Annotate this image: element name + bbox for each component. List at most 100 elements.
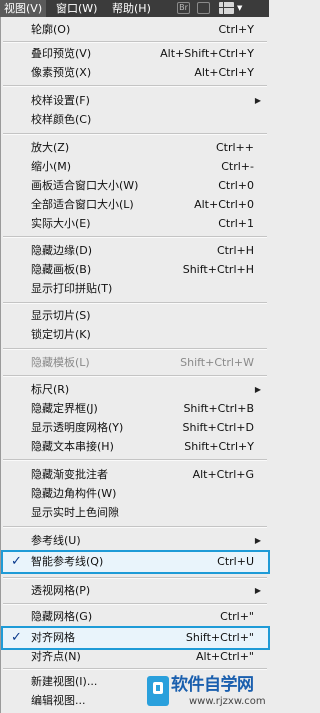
menu-item-zoom-in[interactable]: 放大(Z) Ctrl++ <box>1 138 270 157</box>
menu-item-hide-edges[interactable]: 隐藏边缘(D) Ctrl+H <box>1 241 270 260</box>
menu-item-label: 锁定切片(K) <box>31 328 91 341</box>
menu-item-show-slices[interactable]: 显示切片(S) <box>1 306 270 325</box>
menu-item-label: 隐藏渐变批注者 <box>31 468 108 481</box>
menu-item-guides[interactable]: 参考线(U) ▶ <box>1 531 270 550</box>
menu-item-label: 显示实时上色间隙 <box>31 506 119 519</box>
menu-item-shortcut: Ctrl+- <box>221 160 254 173</box>
menu-item-show-print-tiling[interactable]: 显示打印拼贴(T) <box>1 279 270 298</box>
menu-item-shortcut: Alt+Shift+Ctrl+Y <box>160 47 254 60</box>
menu-item-shortcut: Ctrl+1 <box>218 217 254 230</box>
arrange-documents-icon[interactable] <box>219 2 234 14</box>
menu-separator <box>3 133 267 135</box>
menu-item-lock-slices[interactable]: 锁定切片(K) <box>1 325 270 344</box>
menu-item-label: 隐藏边缘(D) <box>31 244 93 257</box>
menu-item-actual-size[interactable]: 实际大小(E) Ctrl+1 <box>1 214 270 233</box>
menu-item-shortcut: Shift+Ctrl+D <box>182 421 254 434</box>
menu-item-label: 实际大小(E) <box>31 217 91 230</box>
menu-separator <box>3 348 267 350</box>
menu-item-pixel-preview[interactable]: 像素预览(X) Alt+Ctrl+Y <box>1 63 270 82</box>
menu-item-rulers[interactable]: 标尺(R) ▶ <box>1 380 270 399</box>
menu-item-shortcut: Shift+Ctrl+H <box>182 263 254 276</box>
menu-item-hide-corner-widget[interactable]: 隐藏边角构件(W) <box>1 484 270 503</box>
checkmark-icon: ✓ <box>11 554 22 569</box>
menu-item-smart-guides[interactable]: ✓ 智能参考线(Q) Ctrl+U <box>1 550 270 574</box>
menu-item-shortcut: Shift+Ctrl+W <box>180 356 254 369</box>
menu-item-snap-to-grid[interactable]: ✓ 对齐网格 Shift+Ctrl+" <box>1 626 270 650</box>
menu-item-proof-colors[interactable]: 校样颜色(C) <box>1 110 270 129</box>
menu-item-fit-artboard[interactable]: 画板适合窗口大小(W) Ctrl+0 <box>1 176 270 195</box>
chevron-down-icon[interactable]: ▼ <box>237 0 242 17</box>
menu-item-outline[interactable]: 轮廓(O) Ctrl+Y <box>1 20 270 39</box>
menu-item-label: 像素预览(X) <box>31 66 92 79</box>
menu-item-label: 校样颜色(C) <box>31 113 92 126</box>
menu-item-label: 标尺(R) <box>31 383 70 396</box>
menu-view[interactable]: 视图(V) <box>0 0 47 17</box>
menu-item-label: 显示打印拼贴(T) <box>31 282 113 295</box>
menu-item-snap-to-point[interactable]: 对齐点(N) Alt+Ctrl+" <box>1 649 270 665</box>
menu-item-overprint-preview[interactable]: 叠印预览(V) Alt+Shift+Ctrl+Y <box>1 44 270 63</box>
bridge-button[interactable]: Br <box>177 2 190 14</box>
menu-item-shortcut: Ctrl+U <box>217 555 254 568</box>
submenu-arrow-icon: ▶ <box>254 536 261 545</box>
menu-item-shortcut: Alt+Ctrl+0 <box>194 198 254 211</box>
menu-item-label: 透视网格(P) <box>31 584 91 597</box>
menu-item-label: 全部适合窗口大小(L) <box>31 198 134 211</box>
menu-item-label: 画板适合窗口大小(W) <box>31 179 139 192</box>
watermark-logo-icon <box>147 676 169 706</box>
menu-bar: 视图(V) 窗口(W) 帮助(H) Br ▼ <box>0 0 269 17</box>
menu-item-shortcut: Alt+Ctrl+" <box>196 650 254 663</box>
menu-separator <box>3 375 267 377</box>
menu-window[interactable]: 窗口(W) <box>56 0 97 17</box>
submenu-arrow-icon: ▶ <box>254 385 261 394</box>
menu-separator <box>3 668 267 670</box>
menu-separator <box>3 236 267 238</box>
menu-item-shortcut: Ctrl+H <box>216 244 254 257</box>
menu-item-label: 对齐网格 <box>31 631 75 644</box>
submenu-arrow-icon: ▶ <box>254 586 261 595</box>
menu-separator <box>3 526 267 528</box>
menu-item-hide-template: 隐藏模板(L) Shift+Ctrl+W <box>1 353 270 372</box>
menu-item-label: 放大(Z) <box>31 141 70 154</box>
menu-item-hide-bounding-box[interactable]: 隐藏定界框(J) Shift+Ctrl+B <box>1 399 270 418</box>
menu-item-label: 参考线(U) <box>31 534 81 547</box>
menu-separator <box>3 603 267 605</box>
menu-item-shortcut: Ctrl++ <box>215 141 254 154</box>
menu-item-label: 轮廓(O) <box>31 23 71 36</box>
menu-item-shortcut: Ctrl+Y <box>218 23 254 36</box>
menu-item-shortcut: Shift+Ctrl+Y <box>184 440 254 453</box>
watermark: 软件自学网 www.rjzxw.com <box>147 674 267 710</box>
menu-item-hide-grid[interactable]: 隐藏网格(G) Ctrl+" <box>1 607 270 626</box>
menu-item-label: 编辑视图... <box>31 694 86 707</box>
menu-item-shortcut: Ctrl+0 <box>218 179 254 192</box>
menu-item-label: 显示透明度网格(Y) <box>31 421 124 434</box>
menu-item-perspective-grid[interactable]: 透视网格(P) ▶ <box>1 581 270 600</box>
menu-item-proof-setup[interactable]: 校样设置(F) ▶ <box>1 91 270 110</box>
menu-item-label: 隐藏边角构件(W) <box>31 487 117 500</box>
menu-item-label: 隐藏网格(G) <box>31 610 93 623</box>
menu-item-shortcut: Alt+Ctrl+G <box>192 468 254 481</box>
menu-item-label: 隐藏画板(B) <box>31 263 92 276</box>
menu-item-show-transparency-grid[interactable]: 显示透明度网格(Y) Shift+Ctrl+D <box>1 418 270 437</box>
menu-item-label: 叠印预览(V) <box>31 47 92 60</box>
menu-help[interactable]: 帮助(H) <box>112 0 151 17</box>
menu-item-label: 智能参考线(Q) <box>31 555 104 568</box>
menu-item-hide-artboards[interactable]: 隐藏画板(B) Shift+Ctrl+H <box>1 260 270 279</box>
menu-item-shortcut: Shift+Ctrl+" <box>185 631 254 644</box>
menu-separator <box>3 577 267 579</box>
menu-separator <box>3 459 267 461</box>
menu-item-hide-gradient-annotator[interactable]: 隐藏渐变批注者 Alt+Ctrl+G <box>1 465 270 484</box>
stock-button[interactable] <box>197 2 210 14</box>
submenu-arrow-icon: ▶ <box>254 96 261 105</box>
menu-separator <box>3 85 267 87</box>
menu-item-label: 对齐点(N) <box>31 650 81 663</box>
menu-item-fit-all[interactable]: 全部适合窗口大小(L) Alt+Ctrl+0 <box>1 195 270 214</box>
watermark-title: 软件自学网 <box>171 675 254 695</box>
menu-item-shortcut: Ctrl+" <box>220 610 254 623</box>
menu-item-zoom-out[interactable]: 缩小(M) Ctrl+- <box>1 157 270 176</box>
menu-item-shortcut: Shift+Ctrl+B <box>183 402 254 415</box>
menu-item-hide-text-threads[interactable]: 隐藏文本串接(H) Shift+Ctrl+Y <box>1 437 270 456</box>
menu-item-label: 缩小(M) <box>31 160 72 173</box>
menu-item-show-live-paint-gaps[interactable]: 显示实时上色间隙 <box>1 503 270 522</box>
view-menu-dropdown: 轮廓(O) Ctrl+Y 叠印预览(V) Alt+Shift+Ctrl+Y 像素… <box>0 17 270 713</box>
checkmark-icon: ✓ <box>11 630 22 645</box>
